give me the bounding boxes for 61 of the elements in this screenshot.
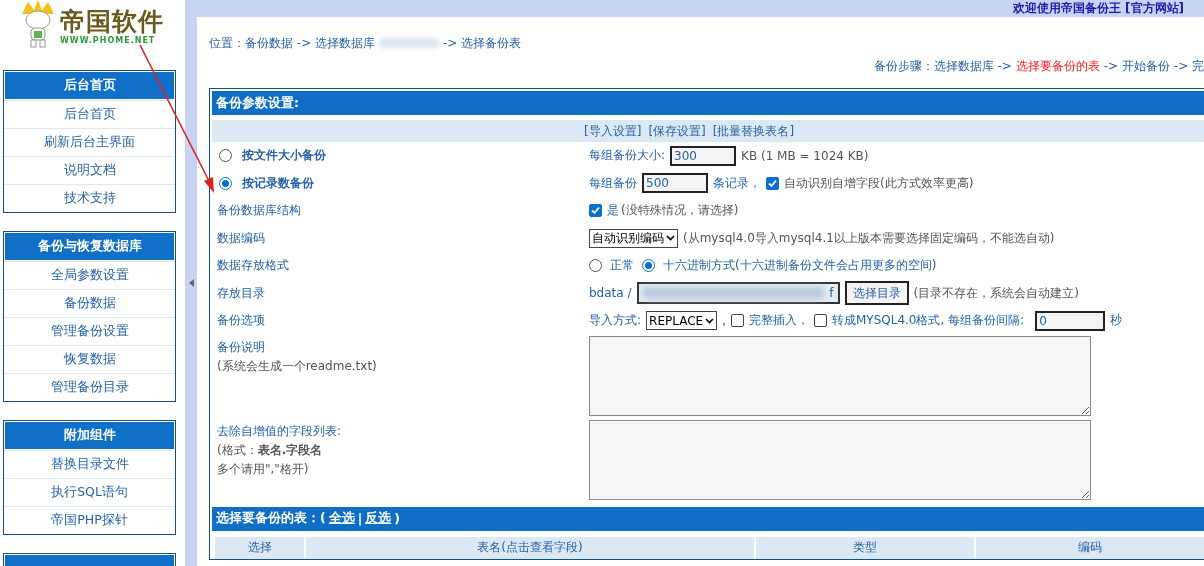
logo-text: 帝国软件 — [60, 8, 164, 36]
directory-field[interactable]: f — [636, 282, 840, 305]
column-header: 表名(点击查看字段) — [306, 536, 754, 559]
interval-field[interactable]: 0 — [1035, 310, 1106, 331]
backup-step: 备份步骤：选择数据库 -> — [873, 58, 1012, 74]
menu-group-title: 后台首页 — [4, 71, 175, 100]
field-label: 数据存放格式 — [217, 257, 289, 275]
official-site-link[interactable]: [官方网站] — [1125, 0, 1184, 17]
field-label: 每组备份大小: — [589, 147, 666, 165]
field-unit: 条记录， — [713, 174, 761, 192]
separator-text: | — [357, 511, 363, 526]
menu-group-title: 备份与恢复数据库 — [4, 232, 175, 261]
field-label: 备份选项 — [217, 312, 265, 330]
field-label: 备份说明 — [217, 338, 266, 356]
radio-label: 十六进制方式(十六进制备份文件会占用更多的空间) — [663, 257, 937, 275]
path-prefix: bdata / — [589, 286, 632, 301]
field-label: 导入方式: — [589, 312, 642, 330]
hint-text: (格式：表名.字段名 — [217, 441, 324, 459]
select-all-link[interactable]: 全选 — [328, 510, 355, 527]
welcome-text: 欢迎使用帝国备份王 — [1013, 0, 1122, 17]
input-field[interactable]: 500 — [642, 173, 708, 194]
field-label: 存放目录 — [217, 284, 265, 302]
separator-text: , — [722, 313, 726, 328]
hint-text: (系统会生成一个readme.txt) — [217, 357, 378, 375]
checkbox-label: 是 — [607, 202, 619, 220]
checkbox-label: 转成MYSQL4.0格式, 每组备份间隔: — [831, 312, 1025, 330]
field-label: 备份数据库结构 — [217, 202, 301, 220]
settings-link[interactable]: [保存设置] — [648, 122, 706, 140]
section-title: 备份参数设置: — [216, 94, 299, 112]
column-header: 编码 — [976, 536, 1204, 559]
input-field[interactable]: 300 — [670, 145, 737, 166]
backup-step: -> 开始备份 -> 完 — [1103, 58, 1204, 74]
breadcrumb-text: 位置：备份数据 -> 选择数据库 — [209, 34, 375, 52]
radio-label: 按记录数备份 — [242, 174, 314, 192]
field-unit: KB (1 MB = 1024 KB) — [741, 148, 869, 163]
radio-label: 按文件大小备份 — [242, 147, 326, 165]
encoding-select[interactable]: 自动识别编码 — [589, 228, 678, 248]
settings-link[interactable]: [导入设置] — [584, 122, 642, 140]
invert-selection-link[interactable]: 反选 — [365, 510, 392, 527]
checkbox-label: 完整插入， — [748, 312, 809, 330]
choose-directory-button[interactable]: 选择目录 — [844, 281, 909, 306]
field-unit: 秒 — [1110, 312, 1123, 330]
hint-text: (目录不存在，系统会自动建立) — [913, 284, 1079, 302]
column-header: 类型 — [756, 536, 974, 559]
section-title: 选择要备份的表：( — [216, 510, 326, 527]
backup-step: 选择要备份的表 — [1015, 58, 1100, 74]
menu-group-title: 附加组件 — [4, 421, 175, 450]
field-label: 去除自增值的字段列表: — [217, 422, 343, 440]
import-mode-select[interactable]: REPLACE — [646, 311, 718, 331]
checkbox-label: 自动识别自增字段(此方式效率更高) — [784, 174, 974, 192]
column-header: 选择 — [215, 536, 304, 559]
bracket-text: ) — [394, 511, 400, 526]
logo-url: WWW.PHOME.NET — [60, 36, 157, 45]
field-label: 数据编码 — [217, 229, 265, 247]
hint-text: 多个请用","格开) — [217, 460, 310, 478]
hint-text: (从mysql4.0导入mysql4.1以上版本需要选择固定编码，不能选自动) — [683, 229, 1055, 247]
hint-text: (没特殊情况，请选择) — [621, 202, 739, 220]
breadcrumb-text: -> 选择备份表 — [443, 34, 522, 52]
radio-label: 正常 — [610, 257, 634, 275]
field-label: 每组备份 — [589, 174, 637, 192]
settings-link[interactable]: [批量替换表名] — [712, 122, 795, 140]
